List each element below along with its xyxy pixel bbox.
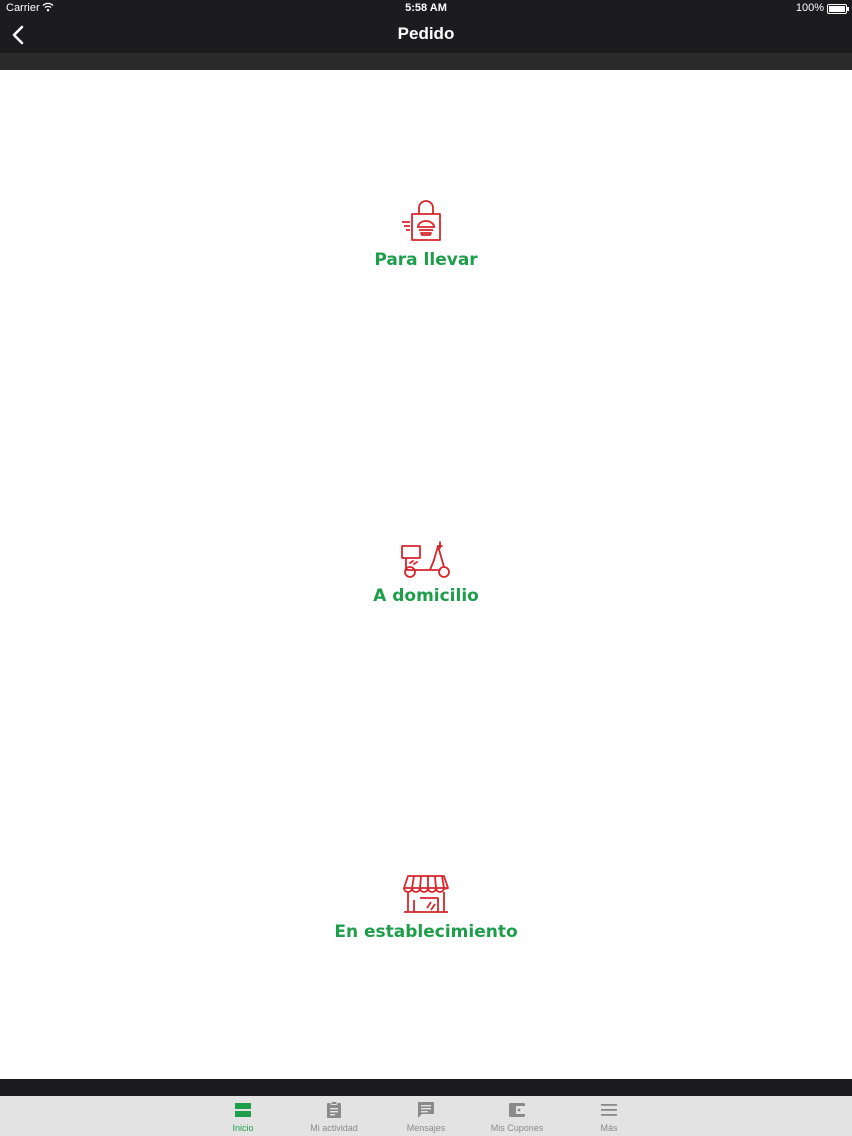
tab-label: Mis Cupones [490, 1123, 544, 1133]
order-type-list: Para llevar A domicilio En establecimien… [0, 70, 852, 1079]
battery-percentage: 100% [795, 2, 824, 14]
option-a-domicilio[interactable]: A domicilio [326, 536, 526, 606]
tab-bar: Inicio Mi actividad Mensajes Mis Cupones… [0, 1096, 852, 1136]
page-title: Pedido [397, 24, 455, 43]
navigation-bar: Pedido [0, 17, 852, 53]
tab-mensajes[interactable]: Mensajes [380, 1096, 472, 1136]
tab-label: Mensajes [406, 1123, 446, 1133]
message-icon [416, 1101, 436, 1119]
status-time: 5:58 AM [405, 2, 447, 14]
tab-mas[interactable]: Más [563, 1096, 655, 1136]
tab-mis-cupones[interactable]: Mis Cupones [471, 1096, 563, 1136]
option-en-establecimiento[interactable]: En establecimiento [326, 872, 526, 942]
option-label: Para llevar [374, 250, 478, 270]
tab-inicio[interactable]: Inicio [197, 1096, 289, 1136]
delivery-scooter-icon [400, 536, 452, 580]
home-icon [233, 1101, 253, 1119]
wallet-icon [507, 1101, 527, 1119]
storefront-icon [400, 872, 452, 916]
battery-icon [827, 4, 849, 14]
tab-bar-divider [0, 1079, 852, 1096]
tab-mi-actividad[interactable]: Mi actividad [288, 1096, 380, 1136]
tab-label: Más [600, 1123, 618, 1133]
clipboard-icon [324, 1101, 344, 1119]
takeaway-bag-icon [400, 200, 452, 244]
tab-label: Mi actividad [310, 1123, 358, 1133]
status-bar: Carrier 5:58 AM 100% [0, 0, 852, 17]
option-label: En establecimiento [334, 922, 518, 942]
option-para-llevar[interactable]: Para llevar [326, 200, 526, 270]
option-label: A domicilio [373, 586, 479, 606]
nav-divider [0, 53, 852, 70]
menu-icon [599, 1101, 619, 1119]
tab-label: Inicio [232, 1123, 254, 1133]
